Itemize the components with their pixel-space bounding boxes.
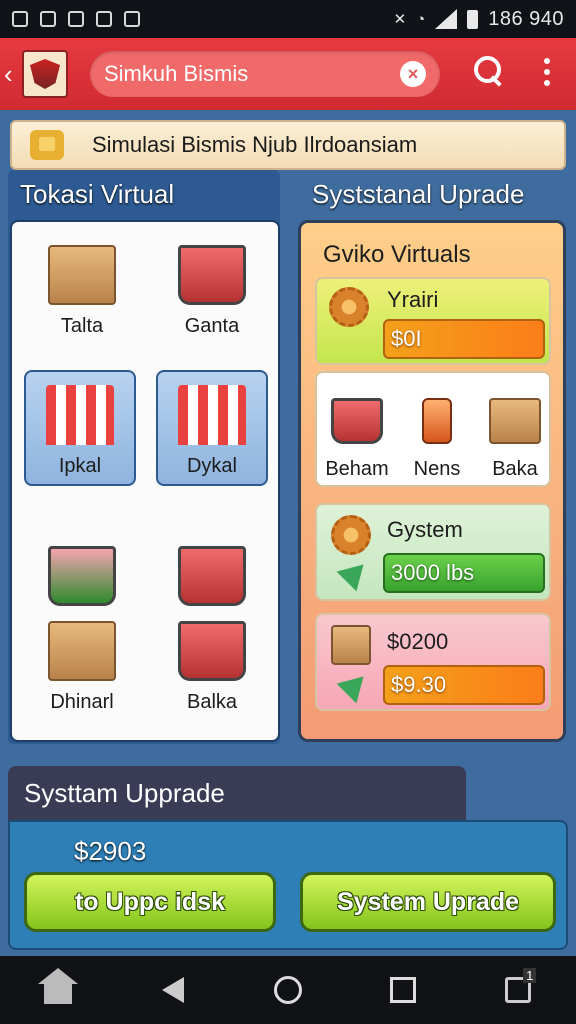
- grid-item-2[interactable]: Ganta: [156, 228, 268, 344]
- photo-icon: [68, 11, 84, 27]
- navigation-bar: [0, 956, 576, 1024]
- message-icon: [124, 11, 140, 27]
- title-banner: Simulasi Bismis Njub Ilrdoansiam: [10, 120, 566, 170]
- circle-icon: [273, 976, 302, 1004]
- search-input[interactable]: Simkuh Bismis ×: [90, 51, 440, 97]
- app-bar: ‹ Simkuh Bismis ×: [0, 38, 576, 110]
- mini-item-label: Beham: [325, 458, 389, 480]
- multiwindow-nav[interactable]: [498, 968, 538, 1010]
- more-menu-icon[interactable]: [544, 58, 550, 86]
- cart-icon: [331, 398, 383, 444]
- mini-item-label: Nens: [413, 458, 461, 480]
- badge-icon: [30, 130, 64, 160]
- home-nav[interactable]: [37, 968, 78, 1010]
- upgrade-box: Gviko Virtuals Yrairi $0I Beham Nens Bak…: [298, 220, 566, 742]
- cart-icon: [178, 621, 246, 681]
- grid-item-label: Dhinarl: [50, 691, 114, 713]
- bar-value: 3000 lbs: [391, 560, 475, 585]
- system-upgrade-panel: Syststanal Uprade Gviko Virtuals Yrairi …: [298, 170, 566, 744]
- arrow-icon: [336, 666, 374, 704]
- location-icon: [96, 11, 112, 27]
- phone-icon: [422, 398, 452, 444]
- right-panel-title: Syststanal Uprade: [312, 178, 525, 209]
- square-icon: [390, 977, 417, 1003]
- upgrade-card-4[interactable]: $0200 $9.30: [315, 613, 551, 711]
- stall-icon: [178, 385, 246, 445]
- cart-icon: [48, 546, 116, 606]
- grid-item-label: Dykal: [186, 455, 237, 477]
- cart-icon: [178, 546, 246, 606]
- grid-item-label: Balka: [186, 691, 238, 713]
- upgrade-subtitle: Gviko Virtuals: [323, 241, 471, 268]
- gear-icon: [329, 287, 369, 327]
- grid-item-4[interactable]: Dykal: [156, 370, 268, 486]
- card-label: Gystem: [387, 517, 463, 542]
- search-text: Simkuh Bismis: [104, 61, 249, 86]
- mute-icon: ✕: [393, 11, 407, 28]
- notification-icon: [12, 11, 28, 27]
- home-circle-nav[interactable]: [268, 970, 308, 1010]
- battery-icon: [467, 9, 479, 29]
- gear-icon: [331, 515, 371, 555]
- arrow-icon: [336, 554, 374, 592]
- progress-bar: $9.30: [383, 665, 545, 705]
- box-icon: [331, 625, 371, 665]
- grid-item-label: Talta: [60, 315, 104, 337]
- card-label: $0200: [387, 629, 449, 654]
- progress-bar: 3000 lbs: [383, 553, 545, 593]
- search-icon[interactable]: [474, 56, 502, 84]
- status-bar: ✕ ◔ 186 940: [0, 0, 576, 38]
- back-triangle-icon: [161, 977, 184, 1003]
- home-icon: [37, 968, 78, 1004]
- bar-value: $0I: [391, 326, 422, 351]
- recents-nav[interactable]: [383, 970, 423, 1010]
- section-body: $2903 to Uppc idsk System Uprade: [8, 820, 568, 950]
- grid-item-1[interactable]: Talta: [26, 228, 138, 344]
- upgrade-left-button[interactable]: to Uppc idsk: [24, 872, 276, 932]
- grid-item-label: Ipkal: [58, 455, 102, 477]
- mini-item-1[interactable]: Beham: [325, 385, 389, 481]
- box-icon: [48, 621, 116, 681]
- box-icon: [48, 245, 116, 305]
- bar-value: $9.30: [391, 672, 447, 697]
- clear-icon[interactable]: ×: [400, 61, 426, 87]
- mini-item-3[interactable]: Baka: [483, 385, 547, 481]
- grid-item-3[interactable]: Ipkal: [24, 370, 136, 486]
- image-icon: [40, 11, 56, 27]
- shield-icon: [30, 59, 60, 89]
- box-icon: [489, 398, 541, 444]
- app-logo[interactable]: [22, 50, 68, 98]
- left-panel-title: Tokasi Virtual: [20, 178, 175, 209]
- upgrade-card-1[interactable]: Yrairi $0I: [315, 277, 551, 365]
- back-icon[interactable]: ‹: [4, 59, 20, 90]
- virtual-store-panel: Tokasi Virtual Talta Ganta Ipkal Dykal D…: [8, 170, 280, 744]
- multiwindow-icon: [505, 968, 537, 1003]
- system-upgrade-button[interactable]: System Uprade: [300, 872, 556, 932]
- grid-item-label: Ganta: [184, 315, 240, 337]
- wifi-icon: ◔: [416, 10, 426, 28]
- system-upgrade-section: Systtam Upprade $2903 to Uppc idsk Syste…: [8, 766, 568, 950]
- stall-icon: [46, 385, 114, 445]
- item-card: Beham Nens Baka: [315, 371, 551, 487]
- mini-item-label: Baka: [492, 458, 538, 480]
- grid-item-8[interactable]: Balka: [156, 604, 268, 720]
- progress-bar: $0I: [383, 319, 545, 359]
- card-label: Yrairi: [387, 287, 439, 312]
- signal-icon: [435, 9, 458, 29]
- back-nav[interactable]: [153, 970, 193, 1010]
- item-grid: Talta Ganta Ipkal Dykal Dhinarl Balka: [10, 220, 280, 742]
- mini-item-2[interactable]: Nens: [405, 385, 469, 481]
- banner-text: Simulasi Bismis Njub Ilrdoansiam: [92, 132, 418, 157]
- grid-item-7[interactable]: Dhinarl: [26, 604, 138, 720]
- section-title: Systtam Upprade: [8, 766, 466, 820]
- status-time: 186 940: [488, 7, 564, 30]
- cart-icon: [178, 245, 246, 305]
- upgrade-price: $2903: [74, 836, 147, 866]
- upgrade-card-3[interactable]: Gystem 3000 lbs: [315, 503, 551, 601]
